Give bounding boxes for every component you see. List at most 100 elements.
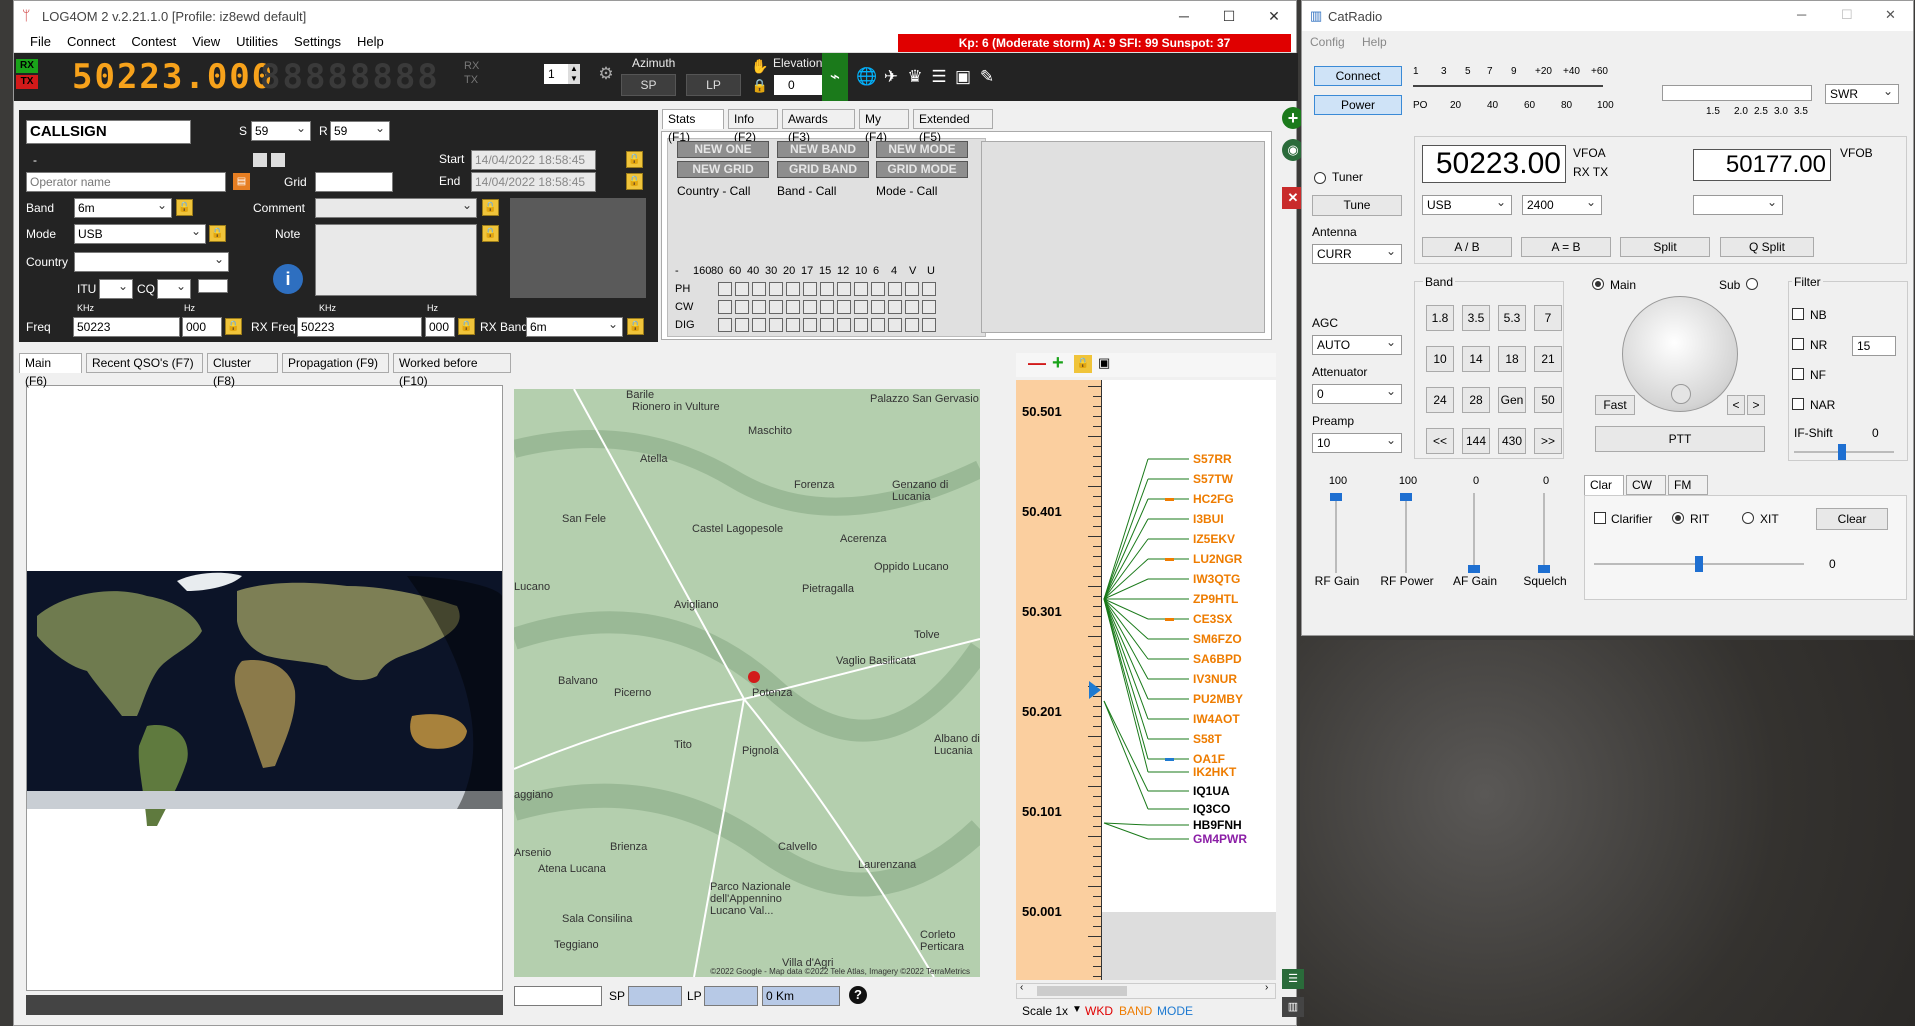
rxfreq-input[interactable]: 50223	[297, 317, 422, 337]
nr-level-input[interactable]: 15	[1852, 336, 1896, 356]
lp-button[interactable]: LP	[686, 74, 741, 96]
tune-down-button[interactable]: <	[1727, 395, 1745, 415]
gain-slider-thumb[interactable]	[1400, 493, 1412, 501]
satellite-icon[interactable]: ✈	[880, 66, 902, 88]
band-button-24[interactable]: 24	[1426, 387, 1454, 413]
clear-button[interactable]: Clear	[1816, 508, 1888, 530]
gear-icon[interactable]: ⚙	[595, 63, 617, 85]
itu-select[interactable]	[99, 277, 133, 299]
vfo-op-button-1[interactable]: A = B	[1521, 237, 1611, 257]
lp-distance-input[interactable]	[704, 986, 758, 1006]
comment-lock-icon[interactable]: 🔒	[482, 199, 499, 216]
vfob-display[interactable]: 50177.00	[1693, 149, 1831, 181]
spot-callsign[interactable]: HC2FG	[1193, 492, 1234, 506]
tab-main-1[interactable]: Recent QSO's (F7)	[86, 353, 203, 373]
meter-select[interactable]: SWR	[1825, 82, 1899, 104]
preamp-select[interactable]: 10	[1312, 431, 1402, 453]
scale-select[interactable]: Scale 1x	[1022, 1004, 1068, 1018]
scale-dropdown-icon[interactable]: ▼	[1072, 1004, 1082, 1015]
bandmap-lock-icon[interactable]: 🔒	[1074, 355, 1092, 373]
area-map[interactable]: Barile Rionero in Vulture Atella Maschito Pa…	[514, 389, 980, 977]
gain-slider[interactable]	[1405, 493, 1407, 573]
vfob-mode-select[interactable]	[1693, 193, 1783, 215]
scroll-left-icon[interactable]: ‹	[1020, 982, 1023, 993]
spot-callsign[interactable]: IW3QTG	[1193, 572, 1240, 586]
mode-select[interactable]: USB	[1422, 193, 1512, 215]
comment-select[interactable]	[315, 196, 477, 218]
help-icon[interactable]: ?	[849, 986, 867, 1004]
rst-sent-select[interactable]: 59	[251, 119, 311, 141]
spot-callsign[interactable]: IQ3CO	[1193, 802, 1230, 816]
band-button-10[interactable]: 10	[1426, 346, 1454, 372]
cat-menu-help[interactable]: Help	[1362, 35, 1387, 49]
freq-lock-icon[interactable]: 🔒	[225, 318, 242, 335]
clarifier-slider-thumb[interactable]	[1695, 556, 1703, 572]
check-box-2[interactable]	[271, 153, 285, 167]
spot-callsign[interactable]: LU2NGR	[1193, 552, 1242, 566]
menu-settings[interactable]: Settings	[294, 34, 341, 49]
menu-utilities[interactable]: Utilities	[236, 34, 278, 49]
spot-callsign[interactable]: OA1F	[1193, 752, 1225, 766]
start-time-input[interactable]: 14/04/2022 18:58:45	[471, 150, 596, 170]
callsign-input[interactable]: CALLSIGN	[26, 120, 191, 144]
band-select[interactable]: 6m	[74, 196, 172, 218]
sub-radio[interactable]	[1746, 278, 1758, 290]
server-icon[interactable]: ☰	[928, 66, 950, 88]
tab-stats-3[interactable]: My (F4)	[859, 109, 909, 144]
vfo-op-button-2[interactable]: Split	[1620, 237, 1710, 257]
cat-minimize-icon[interactable]: ─	[1797, 7, 1806, 22]
clarifier-checkbox[interactable]	[1594, 512, 1606, 524]
xit-radio[interactable]	[1742, 512, 1754, 524]
spot-callsign[interactable]: PU2MBY	[1193, 692, 1243, 706]
tab-clar-1[interactable]: CW	[1626, 475, 1666, 495]
rxfreq-lock-icon[interactable]: 🔒	[458, 318, 475, 335]
agc-select[interactable]: AUTO	[1312, 333, 1402, 355]
tab-main-0[interactable]: Main (F6)	[19, 353, 82, 388]
spot-callsign[interactable]: I3BUI	[1193, 512, 1224, 526]
rit-radio[interactable]	[1672, 512, 1684, 524]
globe-icon[interactable]: 🌐	[856, 66, 878, 88]
maximize-icon[interactable]: ☐	[1206, 1, 1252, 31]
rxband-lock-icon[interactable]: 🔒	[627, 318, 644, 335]
band-button-18[interactable]: 18	[1498, 346, 1526, 372]
filter-nr-checkbox[interactable]	[1792, 338, 1804, 350]
gain-slider[interactable]	[1473, 493, 1475, 573]
zoom-in-icon[interactable]: +	[1052, 352, 1064, 375]
band-button-7[interactable]: 7	[1534, 305, 1562, 331]
spot-callsign[interactable]: SM6FZO	[1193, 632, 1242, 646]
tab-clar-2[interactable]: FM	[1668, 475, 1708, 495]
gain-slider-thumb[interactable]	[1468, 565, 1480, 573]
tuner-radio[interactable]	[1314, 172, 1326, 184]
spot-callsign[interactable]: S57RR	[1193, 452, 1232, 466]
km-distance-input[interactable]: 0 Km	[762, 986, 840, 1006]
band-button-50[interactable]: 50	[1534, 387, 1562, 413]
ifshift-slider-thumb[interactable]	[1838, 444, 1846, 460]
filter-nar-checkbox[interactable]	[1792, 398, 1804, 410]
freq-hz-input[interactable]: 000	[182, 317, 222, 337]
menu-file[interactable]: File	[30, 34, 51, 49]
rxband-select[interactable]: 6m	[526, 315, 623, 337]
band-button-1x8[interactable]: 1.8	[1426, 305, 1454, 331]
locator-input[interactable]	[514, 986, 602, 1006]
operator-input[interactable]: Operator name	[26, 172, 226, 192]
spot-callsign[interactable]: IV3NUR	[1193, 672, 1237, 686]
spot-callsign[interactable]: IZ5EKV	[1193, 532, 1235, 546]
band-button-144[interactable]: 144	[1462, 428, 1490, 454]
tune-up-button[interactable]: >	[1747, 395, 1765, 415]
bandmap-camera-icon[interactable]: ▣	[1098, 355, 1110, 371]
power-button[interactable]: Power	[1314, 95, 1402, 115]
spot-callsign[interactable]: IQ1UA	[1193, 784, 1230, 798]
band-button-Gen[interactable]: Gen	[1498, 387, 1526, 413]
band-button-xx[interactable]: >>	[1534, 428, 1562, 454]
camera-icon[interactable]: ▣	[952, 66, 974, 88]
band-button-21[interactable]: 21	[1534, 346, 1562, 372]
rotator-stop-icon[interactable]: ✋	[749, 55, 771, 77]
scroll-thumb[interactable]	[1037, 986, 1127, 996]
gain-slider[interactable]	[1335, 493, 1337, 573]
menu-contest[interactable]: Contest	[131, 34, 176, 49]
scroll-right-icon[interactable]: ›	[1265, 982, 1268, 993]
chart-icon[interactable]: ▥	[1282, 997, 1304, 1017]
tab-clar-0[interactable]: Clar	[1584, 475, 1624, 495]
note-textarea[interactable]	[315, 224, 477, 296]
mode-select[interactable]: USB	[74, 222, 206, 244]
